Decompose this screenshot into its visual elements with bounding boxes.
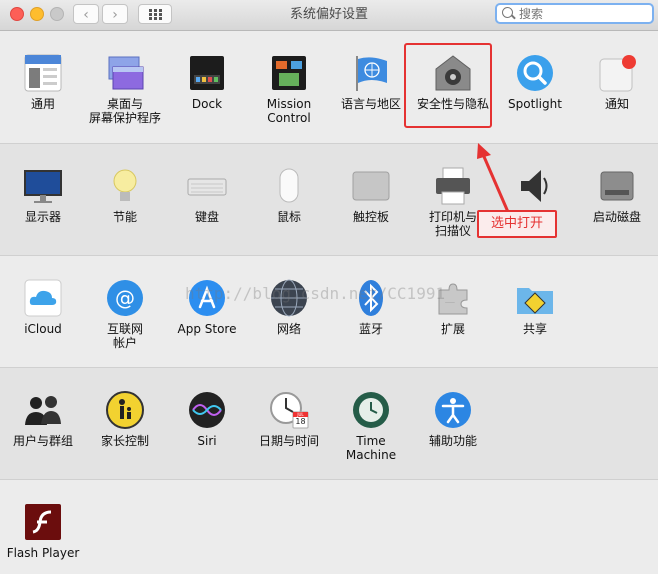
pane-label: 日期与时间 bbox=[258, 434, 319, 448]
flash-player-icon bbox=[23, 502, 63, 542]
startup-disk-icon bbox=[597, 166, 637, 206]
pane-label: 用户与群组 bbox=[12, 434, 73, 448]
pane-sharing[interactable]: 共享 bbox=[494, 278, 576, 336]
mission-control-icon bbox=[269, 53, 309, 93]
pane-label: 节能 bbox=[112, 210, 137, 224]
desktop-screensaver-icon bbox=[105, 53, 145, 93]
pane-label: 桌面与 屏幕保护程序 bbox=[88, 97, 161, 125]
back-button[interactable]: ‹ bbox=[73, 4, 99, 24]
annotation-arrow bbox=[477, 143, 510, 213]
close-window-button[interactable] bbox=[10, 7, 24, 21]
language-region-icon bbox=[351, 53, 391, 93]
pane-desktop-screensaver[interactable]: 桌面与 屏幕保护程序 bbox=[84, 53, 166, 125]
forward-button[interactable]: › bbox=[102, 4, 128, 24]
keyboard-icon bbox=[187, 166, 227, 206]
pane-label: iCloud bbox=[24, 322, 62, 336]
pane-startup-disk[interactable]: 启动磁盘 bbox=[576, 166, 658, 224]
pane-label: 辅助功能 bbox=[428, 434, 477, 448]
displays-icon bbox=[23, 166, 63, 206]
users-groups-icon bbox=[23, 390, 63, 430]
pane-label: App Store bbox=[177, 322, 237, 336]
search-input[interactable] bbox=[519, 6, 647, 22]
pane-flash-player[interactable]: Flash Player bbox=[2, 502, 84, 560]
pane-keyboard[interactable]: 键盘 bbox=[166, 166, 248, 224]
pane-label: 显示器 bbox=[24, 210, 61, 224]
pane-language-region[interactable]: 语言与地区 bbox=[330, 53, 412, 111]
pane-accessibility[interactable]: 辅助功能 bbox=[412, 390, 494, 448]
pane-energy-saver[interactable]: 节能 bbox=[84, 166, 166, 224]
watermark-text: http://blog.csdn.net/CC1991_ bbox=[185, 284, 455, 303]
pane-label: Flash Player bbox=[6, 546, 80, 560]
pane-dock[interactable]: Dock bbox=[166, 53, 248, 111]
pane-label: 语言与地区 bbox=[340, 97, 401, 111]
pane-label: Dock bbox=[191, 97, 223, 111]
section-other bbox=[0, 480, 658, 574]
pane-label: 通用 bbox=[30, 97, 55, 111]
pane-label: 通知 bbox=[604, 97, 629, 111]
pane-label: 鼠标 bbox=[276, 210, 301, 224]
pane-label: Time Machine bbox=[345, 434, 397, 462]
internet-accounts-icon: @ bbox=[105, 278, 145, 318]
pane-displays[interactable]: 显示器 bbox=[2, 166, 84, 224]
accessibility-icon bbox=[433, 390, 473, 430]
show-all-button[interactable] bbox=[138, 4, 172, 24]
annotation-highlight-box bbox=[404, 43, 492, 128]
spotlight-icon bbox=[515, 53, 555, 93]
zoom-window-button[interactable] bbox=[50, 7, 64, 21]
pane-label: 键盘 bbox=[194, 210, 219, 224]
pane-notifications[interactable]: 通知 bbox=[576, 53, 658, 111]
sharing-icon bbox=[515, 278, 555, 318]
pane-label: 共享 bbox=[522, 322, 547, 336]
calendar-day: 18 bbox=[295, 417, 306, 426]
pane-label: Spotlight bbox=[508, 97, 562, 111]
pane-general[interactable]: 通用 bbox=[2, 53, 84, 111]
title-bar: ‹ › 系统偏好设置 bbox=[0, 0, 658, 31]
parental-controls-icon bbox=[105, 390, 145, 430]
pane-parental-controls[interactable]: 家长控制 bbox=[84, 390, 166, 448]
pane-label: 网络 bbox=[276, 322, 301, 336]
pane-users-groups[interactable]: 用户与群组 bbox=[2, 390, 84, 448]
siri-icon bbox=[187, 390, 227, 430]
pane-icloud[interactable]: iCloud bbox=[2, 278, 84, 336]
energy-saver-icon bbox=[105, 166, 145, 206]
pane-label: 扩展 bbox=[440, 322, 465, 336]
pane-siri[interactable]: Siri bbox=[166, 390, 248, 448]
pane-internet-accounts[interactable]: @ 互联网 帐户 bbox=[84, 278, 166, 350]
pane-label: 互联网 帐户 bbox=[106, 322, 143, 350]
pane-spotlight[interactable]: Spotlight bbox=[494, 53, 576, 111]
general-icon bbox=[23, 53, 63, 93]
annotation-callout: 选中打开 bbox=[477, 210, 557, 238]
pane-label: 家长控制 bbox=[100, 434, 149, 448]
pane-label: Siri bbox=[197, 434, 217, 448]
pane-date-time[interactable]: JUL 18 日期与时间 bbox=[248, 390, 330, 448]
time-machine-icon bbox=[351, 390, 391, 430]
svg-text:@: @ bbox=[115, 286, 135, 310]
pane-time-machine[interactable]: Time Machine bbox=[330, 390, 412, 462]
pane-trackpad[interactable]: 触控板 bbox=[330, 166, 412, 224]
search-field[interactable] bbox=[495, 3, 654, 24]
pane-label: 触控板 bbox=[352, 210, 389, 224]
notifications-icon bbox=[597, 53, 637, 93]
pane-mouse[interactable]: 鼠标 bbox=[248, 166, 330, 224]
search-icon bbox=[502, 7, 513, 18]
trackpad-icon bbox=[351, 166, 391, 206]
pane-label: 蓝牙 bbox=[358, 322, 383, 336]
pane-label: Mission Control bbox=[266, 97, 312, 125]
mouse-icon bbox=[269, 166, 309, 206]
pane-mission-control[interactable]: Mission Control bbox=[248, 53, 330, 125]
date-time-icon: JUL 18 bbox=[269, 390, 309, 430]
dock-icon bbox=[187, 53, 227, 93]
pane-label: 启动磁盘 bbox=[592, 210, 641, 224]
minimize-window-button[interactable] bbox=[30, 7, 44, 21]
icloud-icon bbox=[23, 278, 63, 318]
